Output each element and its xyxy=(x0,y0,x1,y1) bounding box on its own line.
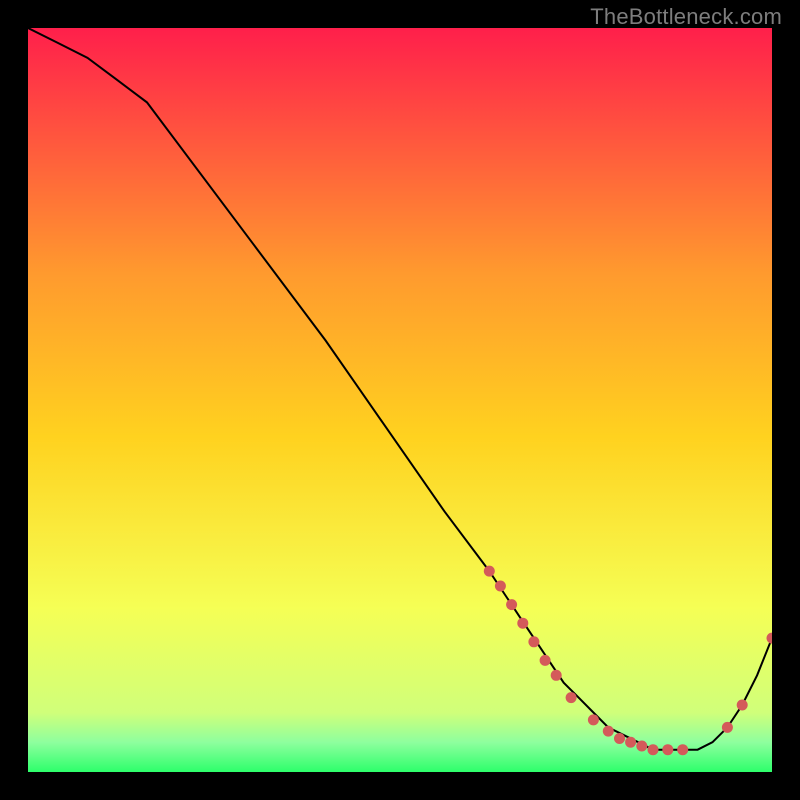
data-marker xyxy=(506,599,517,610)
data-marker xyxy=(677,744,688,755)
plot-area xyxy=(28,28,772,772)
data-marker xyxy=(551,670,562,681)
data-marker xyxy=(588,714,599,725)
watermark-label: TheBottleneck.com xyxy=(590,4,782,30)
data-marker xyxy=(517,618,528,629)
data-marker xyxy=(648,744,659,755)
data-marker xyxy=(603,726,614,737)
data-marker xyxy=(636,741,647,752)
data-marker xyxy=(614,733,625,744)
data-marker xyxy=(540,655,551,666)
data-marker xyxy=(722,722,733,733)
gradient-background xyxy=(28,28,772,772)
data-marker xyxy=(495,581,506,592)
data-marker xyxy=(484,566,495,577)
data-marker xyxy=(528,636,539,647)
data-marker xyxy=(566,692,577,703)
data-marker xyxy=(737,700,748,711)
data-marker xyxy=(625,737,636,748)
data-marker xyxy=(662,744,673,755)
chart-frame: TheBottleneck.com xyxy=(0,0,800,800)
plot-svg xyxy=(28,28,772,772)
